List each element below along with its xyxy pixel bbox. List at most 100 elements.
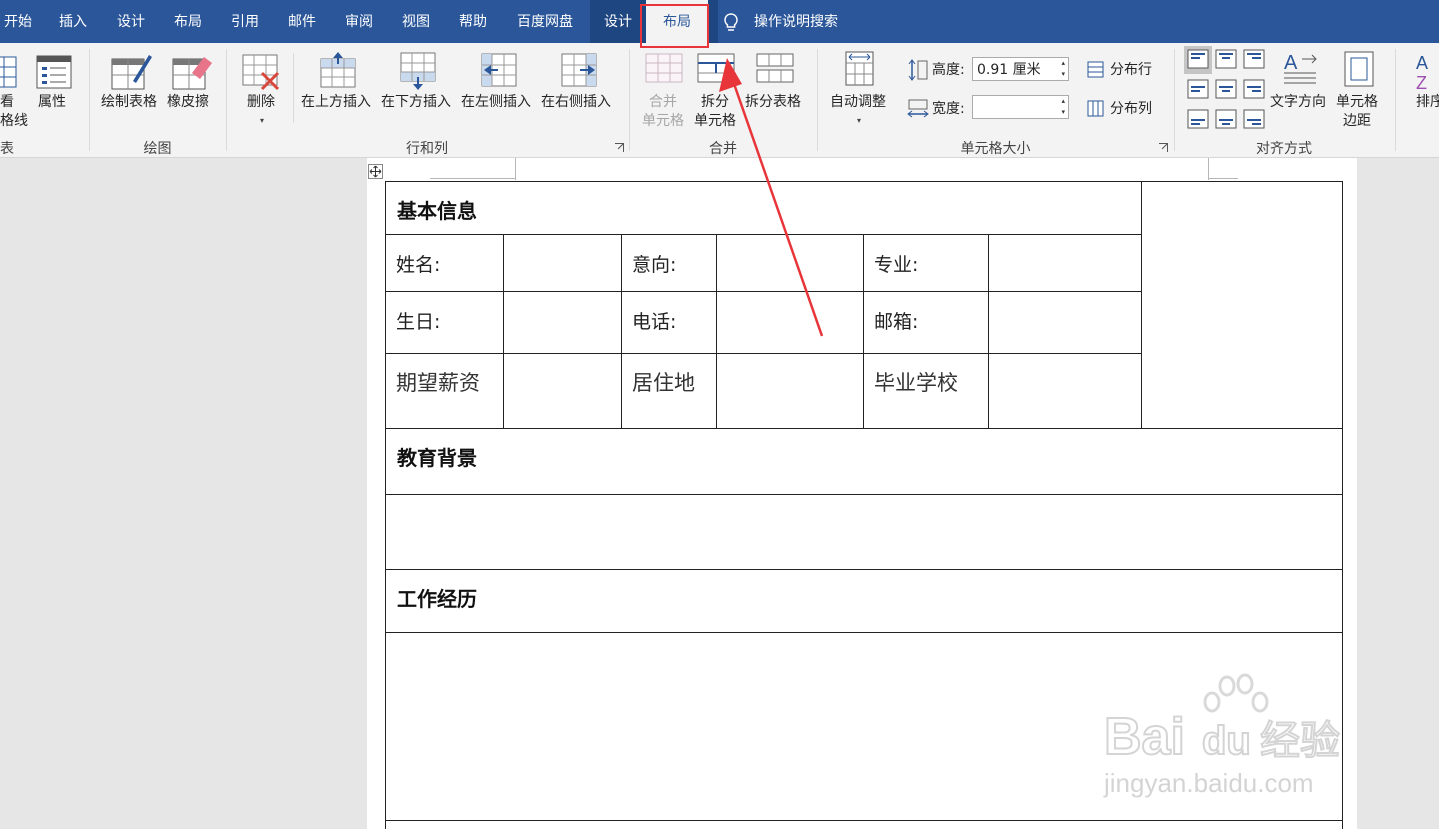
annotation-highlight-box (640, 4, 709, 48)
svg-text:Z: Z (1416, 73, 1427, 91)
lightbulb-icon (724, 13, 738, 31)
tab-design[interactable]: 设计 (108, 0, 154, 43)
delete-dropdown-caret[interactable]: ▾ (260, 116, 264, 125)
table-border (621, 234, 622, 428)
draw-table-button[interactable]: 绘制表格 (101, 93, 157, 112)
birthday-label[interactable]: 生日: (396, 307, 440, 334)
table-border (385, 428, 1343, 429)
major-label[interactable]: 专业: (874, 250, 918, 277)
svg-text:jingyan.baidu.com: jingyan.baidu.com (1103, 768, 1314, 798)
tab-view[interactable]: 视图 (393, 0, 439, 43)
tab-references[interactable]: 引用 (222, 0, 268, 43)
spin-arrows-icon[interactable]: ▴ ▾ (1061, 96, 1065, 118)
svg-text:du: du (1202, 719, 1251, 763)
table-border (385, 181, 386, 829)
insert-right-button[interactable]: 在右侧插入 (541, 93, 611, 112)
svg-text:A: A (1416, 53, 1428, 73)
row-height-input[interactable]: 0.91 厘米 ▴ ▾ (972, 57, 1069, 81)
view-gridlines-icon (0, 56, 17, 88)
svg-text:A: A (1284, 52, 1298, 74)
text-direction-icon: A (1284, 52, 1317, 84)
distribute-columns-button[interactable]: 分布列 (1110, 100, 1152, 119)
table-border (385, 181, 1343, 182)
table-group-label: 表 (0, 141, 14, 157)
tab-layout[interactable]: 布局 (165, 0, 211, 43)
eraser-button[interactable]: 橡皮擦 (167, 93, 209, 112)
name-label[interactable]: 姓名: (396, 250, 440, 277)
svg-text:Bai: Bai (1104, 708, 1185, 766)
margin-mark (515, 158, 516, 180)
distribute-columns-icon (1087, 100, 1104, 117)
baidu-jingyan-watermark-logo: Bai du 经验 jingyan.baidu.com (1103, 673, 1341, 798)
section-heading-education[interactable]: 教育背景 (397, 442, 477, 471)
tell-me-label: 操作说明搜索 (754, 14, 838, 30)
group-separator (89, 49, 90, 151)
tab-review[interactable]: 审阅 (336, 0, 382, 43)
group-separator (226, 49, 227, 151)
ribbon-tab-bar: 开始 插入 设计 布局 引用 邮件 审阅 视图 帮助 百度网盘 设计 布局 操作… (0, 0, 1439, 45)
group-separator (1174, 49, 1175, 151)
section-heading-work[interactable]: 工作经历 (397, 583, 477, 612)
table-border (385, 632, 1343, 633)
dialog-launcher-icon[interactable] (615, 143, 624, 152)
insert-below-button[interactable]: 在下方插入 (381, 93, 451, 112)
width-label: 宽度: (932, 101, 965, 117)
distribute-rows-icon (1087, 61, 1104, 78)
table-border (1141, 181, 1142, 428)
alignment-group-label: 对齐方式 (1256, 141, 1312, 157)
insert-above-button[interactable]: 在上方插入 (301, 93, 371, 112)
table-border (385, 494, 1343, 495)
delete-button[interactable]: 删除 (247, 93, 275, 112)
draw-table-icon (111, 55, 152, 90)
tab-mailings[interactable]: 邮件 (279, 0, 325, 43)
tab-insert[interactable]: 插入 (50, 0, 96, 43)
margin-mark (1208, 158, 1209, 180)
school-label[interactable]: 毕业学校 (874, 367, 958, 397)
draw-group-label: 绘图 (143, 141, 172, 157)
view-gridlines-button[interactable]: 看 格线 (0, 93, 28, 131)
column-width-input[interactable]: ▴ ▾ (972, 95, 1069, 119)
height-label: 高度: (932, 62, 965, 78)
insert-right-icon (561, 53, 597, 87)
autofit-icon (845, 51, 874, 86)
email-label[interactable]: 邮箱: (874, 307, 918, 334)
svg-text:经验: 经验 (1260, 718, 1340, 764)
delete-table-icon (242, 54, 280, 91)
tab-baidu-netdisk[interactable]: 百度网盘 (507, 0, 583, 43)
properties-button[interactable]: 属性 (38, 93, 66, 112)
cell-margins-button[interactable]: 单元格 边距 (1336, 93, 1378, 131)
dialog-launcher-icon[interactable] (1159, 143, 1168, 152)
table-border (385, 569, 1343, 570)
sort-icon: A Z (1416, 53, 1428, 91)
cell-margins-icon (1344, 51, 1374, 87)
tab-table-design[interactable]: 设计 (595, 0, 641, 43)
section-heading-basic-info[interactable]: 基本信息 (397, 195, 477, 224)
table-border (385, 820, 1343, 821)
distribute-rows-button[interactable]: 分布行 (1110, 61, 1152, 80)
group-separator (293, 53, 294, 123)
tab-home[interactable]: 开始 (0, 0, 36, 43)
cell-size-group-label: 单元格大小 (960, 141, 1031, 157)
margin-mark (430, 178, 515, 179)
insert-left-button[interactable]: 在左侧插入 (461, 93, 531, 112)
text-direction-button[interactable]: 文字方向 (1270, 93, 1326, 112)
margin-mark (1208, 178, 1238, 179)
merge-cells-button[interactable]: 合并 单元格 (642, 93, 684, 131)
rows-cols-group-label: 行和列 (406, 141, 448, 157)
column-width-icon (907, 99, 929, 118)
intent-label[interactable]: 意向: (632, 250, 676, 277)
insert-left-icon (481, 53, 517, 87)
table-border (988, 234, 989, 428)
table-move-handle-icon[interactable] (368, 164, 383, 179)
expected-salary-label[interactable]: 期望薪资 (396, 367, 480, 397)
tab-help[interactable]: 帮助 (450, 0, 496, 43)
sort-button[interactable]: 排序 (1416, 93, 1439, 112)
annotation-arrow-icon (719, 58, 824, 337)
group-separator (1395, 49, 1396, 151)
phone-label[interactable]: 电话: (632, 307, 676, 334)
autofit-dropdown-caret[interactable]: ▾ (857, 116, 861, 125)
residence-label[interactable]: 居住地 (632, 367, 695, 397)
autofit-button[interactable]: 自动调整 (830, 93, 886, 112)
spin-arrows-icon[interactable]: ▴ ▾ (1061, 58, 1065, 80)
cell-alignment-grid[interactable] (1187, 49, 1267, 131)
